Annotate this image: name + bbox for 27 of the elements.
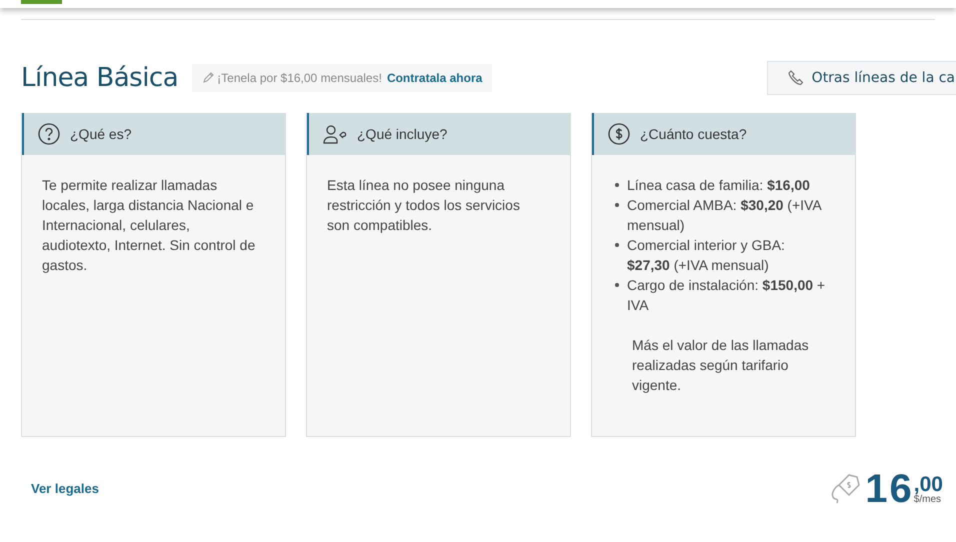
question-icon [38, 123, 60, 145]
price-item: Línea casa de familia: $16,00 [627, 177, 810, 193]
price-decimals: ,00 [914, 474, 943, 494]
card-title: ¿Qué incluye? [357, 124, 448, 144]
dollar-icon [608, 123, 630, 145]
price-item: Comercial AMBA: $30,20 (+IVA mensual) [627, 197, 821, 233]
pencil-icon [202, 72, 214, 84]
card-text: Te permite realizar llamadas locales, larga distancia Nacional e Internacional, celulares, audiotexto, Internet. Sin control de gastos. [42, 176, 256, 275]
phone-icon [788, 70, 804, 86]
page-title: Línea Básica [21, 62, 178, 94]
card-title: ¿Qué es? [70, 124, 132, 144]
card-text: Esta línea no posee ninguna restricción y todos los servicios son compatibles. [327, 176, 521, 235]
price-integer: 16 [865, 469, 914, 509]
bullet-icon [615, 203, 619, 207]
person-wrench-icon [323, 123, 347, 145]
price-unit: $/mes [914, 494, 942, 504]
other-lines-button[interactable]: Otras líneas de la ca [766, 61, 956, 95]
legal-link[interactable]: Ver legales [31, 479, 99, 499]
card-note: Más el valor de las llamadas realizadas según tarifario vigente. [631, 336, 810, 395]
price-item: Cargo de instalación: $150,00 + IVA [627, 277, 826, 313]
price-item: Comercial interior y GBA: $27,30 (+IVA mensual) [627, 237, 785, 273]
promo-text: ¡Tenela por $16,00 mensuales! [217, 70, 382, 87]
contract-link[interactable]: Contratala ahora [386, 69, 482, 87]
card-title: ¿Cuánto cuesta? [640, 124, 747, 144]
bullet-icon [615, 243, 619, 247]
bullet-icon [615, 183, 619, 187]
bullet-icon [615, 283, 619, 287]
